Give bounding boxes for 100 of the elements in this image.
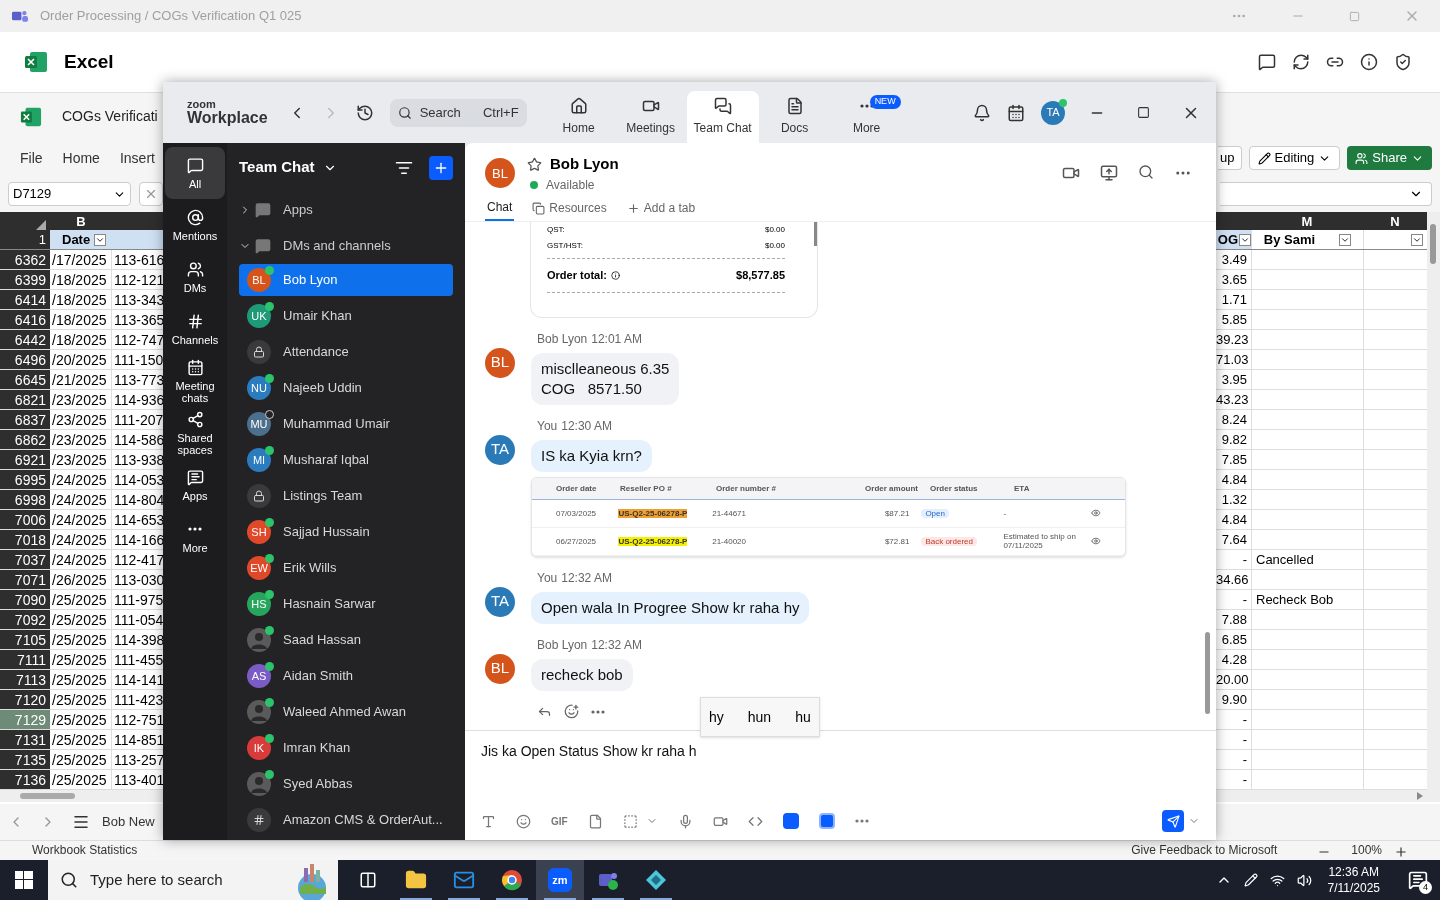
group-button[interactable]: up (1218, 146, 1242, 170)
gif-button[interactable]: GIF (551, 813, 568, 829)
scrollbar-thumb[interactable] (1205, 632, 1210, 714)
suggestion[interactable]: hu (795, 706, 811, 728)
row-number[interactable]: 6921 (0, 450, 50, 469)
chat-list-item[interactable]: Attendance (239, 336, 453, 368)
rail-item[interactable]: Channels (165, 303, 225, 355)
calendar-icon[interactable] (1007, 103, 1025, 122)
row-number[interactable]: 7105 (0, 630, 50, 649)
app-icon[interactable] (782, 813, 799, 829)
format-icon[interactable] (481, 813, 496, 829)
mic-icon[interactable] (677, 813, 693, 829)
chat-list-item[interactable]: Waleed Ahmed Awan (239, 696, 453, 728)
chat-list-item[interactable]: Amazon CMS & OrderAut... (239, 804, 453, 836)
more-icon[interactable] (591, 709, 605, 714)
chat-tab[interactable]: Chat (485, 195, 515, 221)
row-number[interactable]: 7037 (0, 550, 50, 569)
row-number[interactable]: 6862 (0, 430, 50, 449)
share-screen-icon[interactable] (1100, 164, 1118, 183)
row-number[interactable]: 7136 (0, 770, 50, 789)
zoom-app-icon[interactable]: zm (548, 868, 572, 892)
row-number[interactable]: 7135 (0, 750, 50, 769)
chat-list-item[interactable]: AS Aidan Smith (239, 660, 453, 692)
nav-tab[interactable]: Home (542, 91, 615, 143)
app-icon[interactable] (818, 813, 835, 829)
view-icon[interactable] (1091, 536, 1101, 546)
rail-item[interactable]: Apps (165, 459, 225, 511)
row-number[interactable]: 7006 (0, 510, 50, 529)
row-number[interactable]: 6837 (0, 410, 50, 429)
message-input[interactable]: Jis ka Open Status Show kr raha h (481, 731, 1200, 762)
row-number[interactable]: 6645 (0, 370, 50, 389)
sheet-tab[interactable]: Bob New (102, 812, 155, 832)
ribbon-tab[interactable]: Insert (119, 147, 155, 169)
chat-tab[interactable]: Add a tab (624, 195, 698, 221)
rail-item[interactable]: Mentions (165, 199, 225, 251)
zoom-in-icon[interactable] (1394, 845, 1408, 859)
refresh-icon[interactable] (1292, 53, 1310, 71)
emoji-icon[interactable] (564, 703, 579, 719)
screenshot-icon[interactable] (622, 813, 638, 829)
ribbon-tab[interactable]: Home (62, 147, 100, 169)
nav-tab[interactable]: NEW More (830, 91, 903, 143)
browser-icon[interactable] (501, 869, 523, 891)
section-header[interactable]: Apps (227, 192, 465, 229)
chat-list-item[interactable]: MU Muhammad Umair (239, 408, 453, 440)
comment-icon[interactable] (1258, 53, 1276, 71)
share-button[interactable]: Share (1347, 146, 1432, 170)
folder-icon[interactable] (405, 869, 427, 891)
network-icon[interactable] (1269, 872, 1285, 888)
volume-icon[interactable] (1296, 872, 1312, 888)
windows-logo-icon[interactable] (15, 871, 33, 889)
chat-list-item[interactable]: NU Najeeb Uddin (239, 372, 453, 404)
nav-tab[interactable]: Team Chat (686, 91, 759, 143)
task-view-icon[interactable] (359, 871, 377, 889)
row-number[interactable]: 7113 (0, 670, 50, 689)
row-number[interactable]: 7131 (0, 730, 50, 749)
name-box[interactable]: D7129 (8, 182, 131, 206)
chat-list-item[interactable]: SH Sajjad Hussain (239, 516, 453, 548)
row-number[interactable]: 7129 (0, 710, 50, 729)
maximize-icon[interactable] (1137, 106, 1150, 119)
suggestion[interactable]: hun (747, 706, 772, 728)
mail-icon[interactable] (453, 869, 475, 891)
rail-item[interactable]: Meeting chats (165, 355, 225, 407)
scrollbar-thumb[interactable] (814, 222, 817, 246)
chat-list-item[interactable]: BL Bob Lyon (239, 264, 453, 296)
chat-list-item[interactable]: EW Erik Wills (239, 552, 453, 584)
search-field[interactable]: Search Ctrl+F (389, 98, 527, 127)
row-number[interactable]: 6496 (0, 350, 50, 369)
new-chat-button[interactable] (429, 155, 453, 180)
row-number[interactable]: 7090 (0, 590, 50, 609)
chat-list-item[interactable]: MI Musharaf Iqbal (239, 444, 453, 476)
feedback-link[interactable]: Give Feedback to Microsoft (1131, 841, 1278, 859)
row-number[interactable]: 6416 (0, 310, 50, 329)
chat-list-item[interactable]: IK Imran Khan (239, 732, 453, 764)
row-number[interactable]: 7018 (0, 530, 50, 549)
row-number[interactable]: 7092 (0, 610, 50, 629)
row-number[interactable]: 7120 (0, 690, 50, 709)
notification-icon[interactable] (1408, 870, 1428, 890)
ribbon-tab[interactable]: File (20, 147, 43, 169)
row-number[interactable]: 6998 (0, 490, 50, 509)
cancel-button[interactable] (139, 182, 163, 206)
vertical-scrollbar[interactable] (1427, 212, 1440, 790)
chat-list-item[interactable]: Syed Abbas (239, 768, 453, 800)
nav-tab[interactable]: Meetings (614, 91, 687, 143)
chat-list-item[interactable]: UK Umair Khan (239, 300, 453, 332)
row-number[interactable]: 7071 (0, 570, 50, 589)
row-number[interactable]: 6399 (0, 270, 50, 289)
nav-tab[interactable]: Docs (758, 91, 831, 143)
emoji-icon[interactable] (516, 813, 531, 829)
chat-list-item[interactable]: Saad Hassan (239, 624, 453, 656)
chat-list-item[interactable]: HS Hasnain Sarwar (239, 588, 453, 620)
scroll-right-icon[interactable] (1416, 792, 1424, 800)
rail-item[interactable]: DMs (165, 251, 225, 303)
app-icon[interactable] (645, 869, 667, 891)
row-number[interactable]: 6995 (0, 470, 50, 489)
pen-icon[interactable] (1243, 873, 1258, 887)
menu-icon[interactable] (72, 813, 90, 831)
dots-icon[interactable] (188, 527, 202, 531)
section-header[interactable]: DMs and channels (227, 228, 465, 264)
star-icon[interactable] (527, 156, 542, 172)
chat-list-item[interactable]: Listings Team (239, 480, 453, 512)
